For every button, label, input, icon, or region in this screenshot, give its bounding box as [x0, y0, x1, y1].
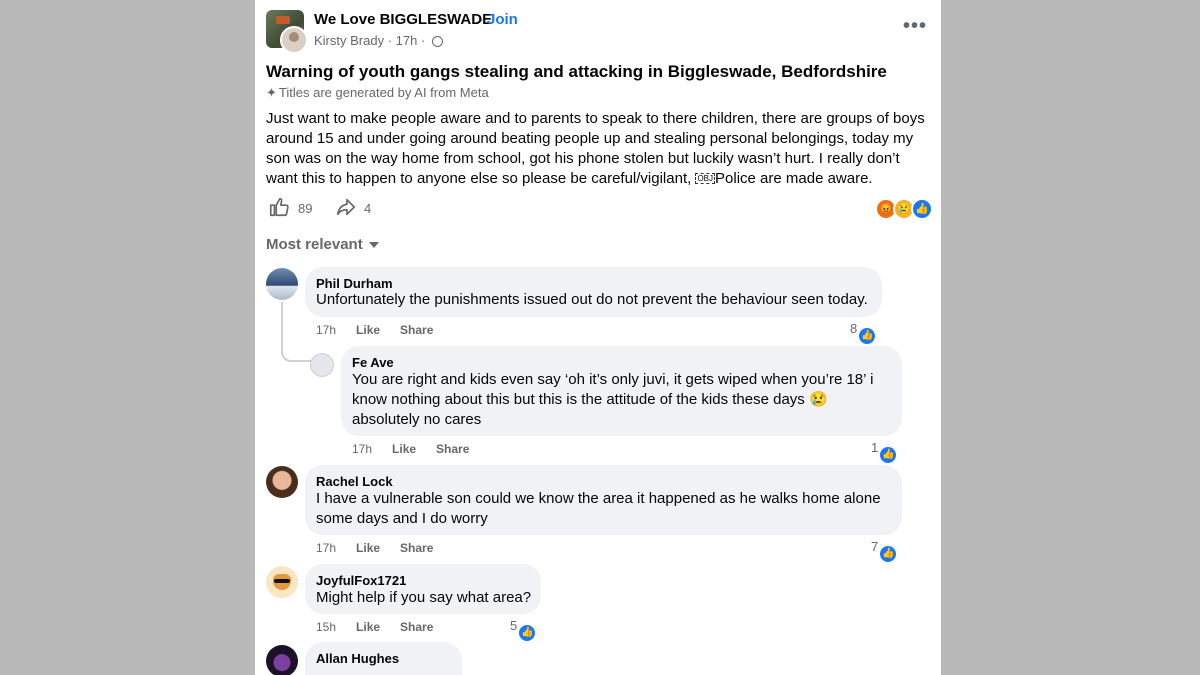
comment-like-count-value: 7 [871, 539, 879, 554]
comment-actions: 17h Like Share [352, 442, 469, 456]
comment-text: I have a vulnerable son could we know th… [316, 490, 881, 527]
comment-share-button[interactable]: Share [400, 541, 433, 555]
post-card: We Love BIGGLESWADE · Join Kirsty Brady … [255, 0, 941, 675]
like-action[interactable] [268, 196, 290, 223]
comment-like-count[interactable]: 8 👍 [850, 321, 878, 346]
comment-time[interactable]: 15h [316, 620, 336, 634]
ai-note: ✦ Titles are generated by AI from Meta [266, 85, 489, 101]
commenter-name[interactable]: Phil Durham [316, 276, 393, 291]
comment-actions: 17h Like Share [316, 323, 433, 337]
like-reaction-icon: 👍 [911, 198, 933, 220]
join-button[interactable]: Join [487, 11, 518, 28]
comment-like-button[interactable]: Like [356, 620, 380, 634]
like-reaction-icon: 👍 [878, 544, 899, 564]
comment-bubble: Fe Ave You are right and kids even say ‘… [341, 346, 902, 436]
commenter-avatar[interactable] [266, 466, 298, 498]
commenter-name[interactable]: Rachel Lock [316, 474, 393, 489]
post-meta: Kirsty Brady · 17h · [314, 33, 443, 48]
comment-bubble: Allan Hughes [305, 642, 462, 675]
commenter-avatar[interactable] [266, 268, 298, 300]
separator-dot: · [479, 11, 484, 28]
sort-label: Most relevant [266, 236, 363, 253]
comment-like-count-value: 5 [510, 618, 518, 633]
globe-icon [431, 36, 443, 47]
comment-share-button[interactable]: Share [400, 620, 433, 634]
share-outline-icon [336, 198, 356, 216]
comment-time[interactable]: 17h [352, 442, 372, 456]
comment-like-count[interactable]: 7 👍 [871, 539, 899, 564]
comment-bubble: Phil Durham Unfortunately the punishment… [305, 267, 882, 317]
share-action[interactable] [335, 196, 357, 223]
author-name[interactable]: Kirsty Brady [314, 33, 384, 48]
like-reaction-icon: 👍 [878, 445, 899, 465]
comment-like-button[interactable]: Like [356, 541, 380, 555]
group-name[interactable]: We Love BIGGLESWADE [314, 11, 492, 28]
share-count[interactable]: 4 [364, 201, 371, 216]
comment-like-button[interactable]: Like [356, 323, 380, 337]
comment-actions: 17h Like Share [316, 541, 433, 555]
post-time[interactable]: 17h [396, 33, 418, 48]
commenter-name[interactable]: Allan Hughes [316, 651, 399, 666]
comment-bubble: Rachel Lock I have a vulnerable son coul… [305, 465, 902, 535]
reactions-summary[interactable]: 😡 😢 👍 [875, 198, 935, 220]
comment-text: Might help if you say what area? [316, 589, 532, 606]
comment-like-count-value: 1 [871, 440, 879, 455]
like-outline-icon [269, 197, 289, 217]
comment-time[interactable]: 17h [316, 541, 336, 555]
comment-text: Unfortunately the punishments issued out… [316, 291, 868, 308]
obj-mark: OBJ [695, 173, 716, 184]
commenter-avatar[interactable] [310, 353, 334, 377]
comment-like-count[interactable]: 1 👍 [871, 440, 899, 465]
comment-like-count[interactable]: 5 👍 [510, 618, 538, 643]
comment-sort[interactable]: Most relevant [266, 236, 379, 253]
comment-actions: 15h Like Share [316, 620, 433, 634]
ai-note-text: Titles are generated by AI from Meta [278, 85, 489, 100]
ai-sparkle-icon: ✦ [266, 85, 277, 100]
post-body: Just want to make people aware and to pa… [266, 109, 931, 189]
post-body-text-end: Police are made aware. [715, 170, 873, 187]
like-reaction-icon: 👍 [517, 623, 538, 643]
comment-like-count-value: 8 [850, 321, 858, 336]
comment-text: You are right and kids even say ‘oh it’s… [352, 371, 874, 428]
comment-bubble: JoyfulFox1721 Might help if you say what… [305, 564, 541, 614]
commenter-avatar[interactable] [266, 566, 298, 598]
caret-down-icon [368, 242, 379, 248]
commenter-name[interactable]: JoyfulFox1721 [316, 573, 406, 588]
post-title: Warning of youth gangs stealing and atta… [266, 62, 887, 81]
commenter-name[interactable]: Fe Ave [352, 355, 394, 370]
more-options-icon[interactable]: ••• [903, 16, 927, 36]
comment-time[interactable]: 17h [316, 323, 336, 337]
comment-share-button[interactable]: Share [436, 442, 469, 456]
like-reaction-icon: 👍 [857, 326, 878, 346]
commenter-avatar[interactable] [266, 645, 298, 675]
thread-line [281, 302, 313, 362]
comment-share-button[interactable]: Share [400, 323, 433, 337]
author-avatar[interactable] [280, 26, 308, 54]
like-count[interactable]: 89 [298, 201, 312, 216]
comment-like-button[interactable]: Like [392, 442, 416, 456]
